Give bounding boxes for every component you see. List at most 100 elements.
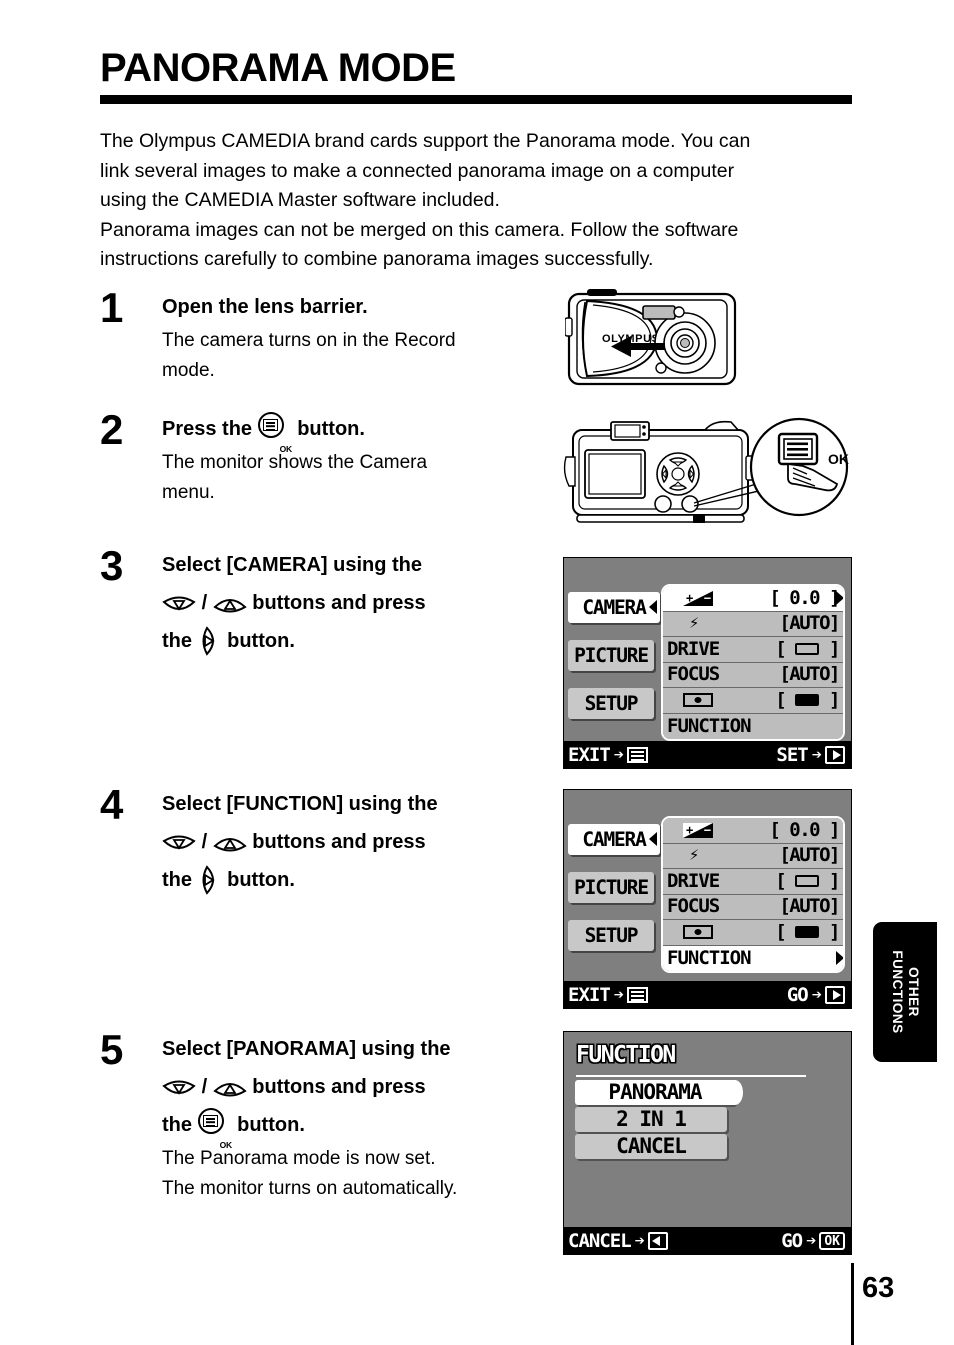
right-arrow-button-icon xyxy=(825,745,845,764)
function-item-2in1-label: 2 IN 1 xyxy=(616,1107,687,1131)
menu-row-focus-value: [AUTO] xyxy=(779,895,840,917)
row-caret-icon xyxy=(836,591,843,605)
menu-row-flash[interactable]: ⚡ [AUTO] xyxy=(663,611,843,637)
step-1-body: Open the lens barrier. The camera turns … xyxy=(162,288,567,386)
step-5-body: Select [PANORAMA] using the / buttons an… xyxy=(162,1030,567,1204)
step-2-desc-line-1: The monitor shows the Camera xyxy=(162,452,428,473)
step-2-desc-line-2: menu. xyxy=(162,482,215,503)
section-tab-text: OTHER FUNCTIONS xyxy=(889,950,921,1033)
flash-icon: ⚡ xyxy=(689,845,699,866)
step-5-heading-line-3-pre: the xyxy=(162,1114,192,1136)
function-item-panorama-label: PANORAMA xyxy=(608,1080,702,1104)
function-menu-items: PANORAMA 2 IN 1 CANCEL xyxy=(575,1080,743,1161)
step-4-heading-line-1: Select [FUNCTION] using the xyxy=(162,793,438,815)
footer-go-label: GO xyxy=(786,983,809,1006)
lcd-function-submenu-footer: CANCEL ➔ GO ➔ OK xyxy=(564,1227,851,1254)
lcd-function-selected-screen: CAMERA PICTURE SETUP + − [ 0.0 ] ⚡ [AUTO]… xyxy=(563,789,852,1009)
camera-front-illustration: OLYMPUS xyxy=(564,288,740,395)
menu-row-drive[interactable]: DRIVE [ ] xyxy=(663,637,843,663)
step-1-desc-line-1: The camera turns on in the Record xyxy=(162,330,456,351)
lcd-camera-menu-screen: CAMERA PICTURE SETUP + − [ 0.0 ] ⚡ [AUTO]… xyxy=(563,557,852,769)
menu-row-drive-label: DRIVE xyxy=(667,869,720,892)
footer-arrow-icon: ➔ xyxy=(806,1230,816,1251)
menu-row-exposure-compensation[interactable]: + − [ 0.0 ] xyxy=(663,818,843,844)
menu-row-focus-label: FOCUS xyxy=(667,663,720,685)
step-4-body: Select [FUNCTION] using the / buttons an… xyxy=(162,785,567,899)
intro-line-5: instructions carefully to combine panora… xyxy=(100,248,654,270)
step-4-heading-line-2-post: buttons and press xyxy=(252,831,426,853)
right-arrow-button-icon xyxy=(825,985,845,1004)
function-item-2in1[interactable]: 2 IN 1 xyxy=(575,1107,727,1132)
step-1-number: 1 xyxy=(100,284,123,331)
lcd-tab-setup-label: SETUP xyxy=(584,924,639,947)
lcd-tab-setup[interactable]: SETUP xyxy=(568,920,654,951)
section-tab-other-functions: OTHER FUNCTIONS xyxy=(873,922,937,1062)
lcd-camera-menu-list: + − [ 0.0 ] ⚡ [AUTO] DRIVE [ ] FOCUS [AUT… xyxy=(661,584,845,741)
ok-callout-label: OK xyxy=(828,451,849,467)
menu-row-metering-value: [ ] xyxy=(775,688,840,711)
spot-metering-icon xyxy=(683,925,713,940)
step-5-number: 5 xyxy=(100,1026,123,1073)
single-frame-icon xyxy=(795,875,820,887)
step-4-heading-line-3-pre: the xyxy=(162,869,192,891)
footer-exit-label: EXIT xyxy=(568,743,611,766)
menu-row-function[interactable]: FUNCTION xyxy=(663,713,843,739)
up-arrow-button-icon xyxy=(213,833,247,855)
step-1-desc-line-2: mode. xyxy=(162,360,215,381)
menu-row-metering[interactable]: [ ] xyxy=(663,920,843,946)
filled-box-icon xyxy=(795,694,820,706)
intro-line-2: link several images to make a connected … xyxy=(100,159,735,182)
function-item-cancel-label: CANCEL xyxy=(616,1134,687,1158)
menu-row-focus[interactable]: FOCUS [AUTO] xyxy=(663,662,843,688)
lcd-tab-camera-label: CAMERA xyxy=(582,596,646,619)
manual-page: PANORAMA MODE The Olympus CAMEDIA brand … xyxy=(0,0,954,1345)
footer-exit-group: EXIT ➔ xyxy=(568,743,649,766)
page-number-rule xyxy=(851,1263,854,1345)
step-3-heading-line-3-post: button. xyxy=(227,630,295,652)
camera-rear-illustration: OK xyxy=(563,412,853,532)
step-5-heading-line-1: Select [PANORAMA] using the xyxy=(162,1038,451,1060)
lcd-tab-picture[interactable]: PICTURE xyxy=(568,640,654,671)
menu-row-exposure-compensation[interactable]: + − [ 0.0 ] xyxy=(663,586,843,612)
selection-caret-icon xyxy=(727,1080,743,1105)
step-5-heading-line-2: / buttons and press xyxy=(162,1068,567,1106)
menu-row-drive[interactable]: DRIVE [ ] xyxy=(663,869,843,895)
menu-row-focus-value: [AUTO] xyxy=(779,663,840,685)
step-3-heading-line-3: the button. xyxy=(162,622,567,660)
intro-line-4: Panorama images can not be merged on thi… xyxy=(100,218,739,241)
menu-row-flash-value: [AUTO] xyxy=(779,612,840,634)
tab-caret-icon xyxy=(649,832,657,846)
lcd-tab-camera[interactable]: CAMERA xyxy=(568,824,660,855)
lcd-tab-camera[interactable]: CAMERA xyxy=(568,592,660,623)
step-3-body: Select [CAMERA] using the / buttons and … xyxy=(162,546,567,660)
up-arrow-button-icon xyxy=(213,594,247,616)
menu-row-focus[interactable]: FOCUS [AUTO] xyxy=(663,894,843,920)
down-arrow-button-icon xyxy=(162,1078,196,1100)
menu-row-function[interactable]: FUNCTION xyxy=(663,945,843,971)
menu-row-flash-value: [AUTO] xyxy=(779,844,840,866)
step-5-heading-line-3-post: button. xyxy=(237,1114,305,1136)
footer-cancel-label: CANCEL xyxy=(568,1229,632,1252)
step-5-heading-line-3: the OK button. xyxy=(162,1106,567,1150)
step-4-heading-line-3: the button. xyxy=(162,861,567,899)
footer-arrow-icon: ➔ xyxy=(613,984,624,1005)
step-3-heading-line-2: / buttons and press xyxy=(162,584,567,622)
step-3-number: 3 xyxy=(100,542,123,589)
footer-exit-label: EXIT xyxy=(568,983,611,1006)
lcd-tab-setup[interactable]: SETUP xyxy=(568,688,654,719)
lcd-tab-picture[interactable]: PICTURE xyxy=(568,872,654,903)
step-5-separator: / xyxy=(201,1076,208,1098)
function-item-panorama[interactable]: PANORAMA xyxy=(575,1080,743,1105)
function-item-cancel[interactable]: CANCEL xyxy=(575,1134,727,1159)
footer-arrow-icon: ➔ xyxy=(811,744,822,765)
section-tab-line-1: OTHER xyxy=(906,967,921,1017)
step-4-heading-line-3-post: button. xyxy=(227,869,295,891)
intro-line-1: The Olympus CAMEDIA brand cards support … xyxy=(100,130,751,152)
menu-row-metering[interactable]: [ ] xyxy=(663,688,843,714)
menu-row-flash[interactable]: ⚡ [AUTO] xyxy=(663,843,843,869)
page-number: 63 xyxy=(862,1272,895,1304)
footer-set-group: SET ➔ xyxy=(776,744,845,766)
intro-paragraph: The Olympus CAMEDIA brand cards support … xyxy=(100,127,860,275)
menu-row-drive-label: DRIVE xyxy=(667,637,720,660)
up-arrow-button-icon xyxy=(213,1078,247,1100)
